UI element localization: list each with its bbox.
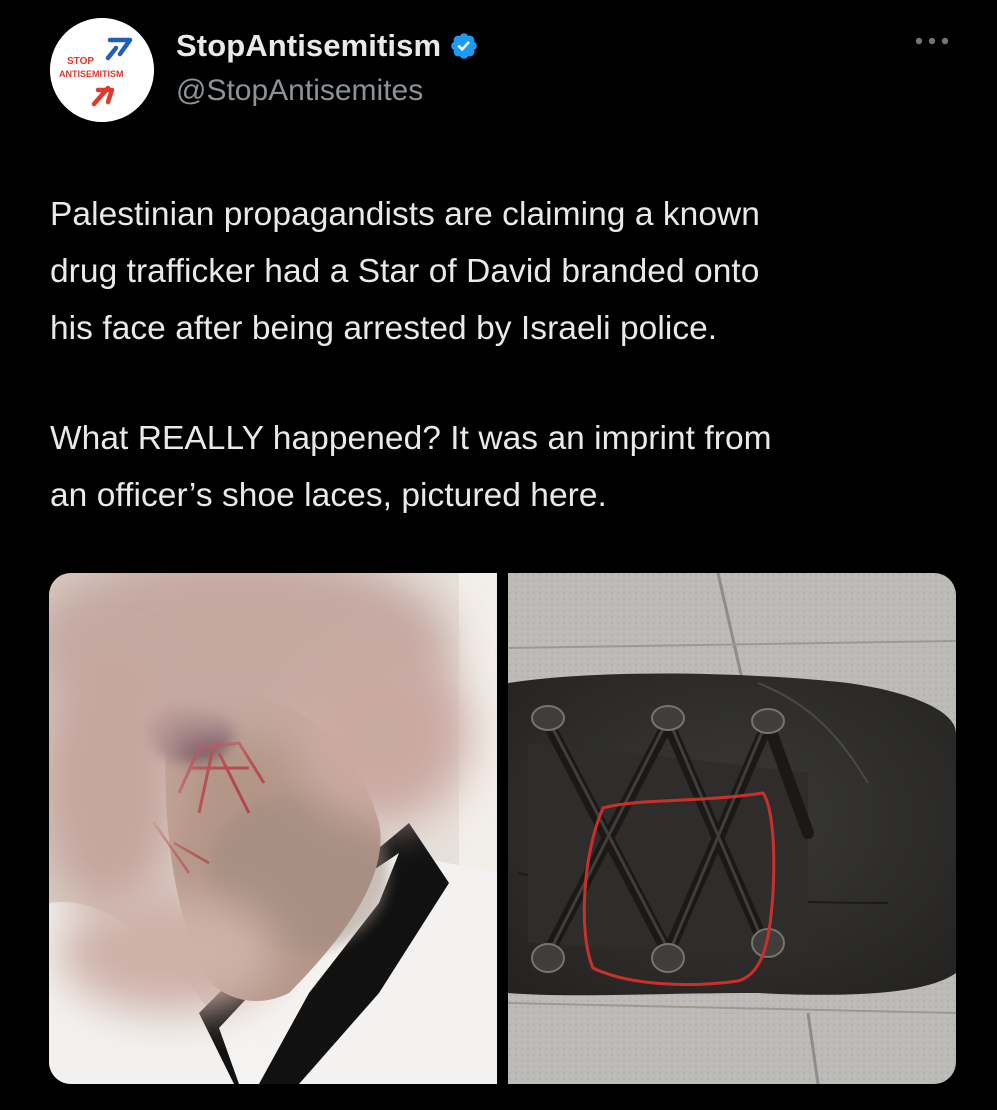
avatar-stop-text: STOP (67, 56, 94, 67)
author-name-row: StopAntisemitism (176, 28, 479, 64)
more-options-button[interactable] (912, 26, 952, 56)
media-photo-face[interactable] (49, 573, 497, 1084)
author-handle[interactable]: @StopAntisemites (176, 74, 423, 108)
tweet-text-paragraph-1: Palestinian propagandists are claiming a… (50, 196, 760, 347)
media-photo-shoe[interactable] (508, 573, 956, 1084)
more-horizontal-icon (914, 36, 950, 46)
author-display-name[interactable]: StopAntisemitism (176, 28, 441, 64)
verified-badge-icon (449, 31, 479, 61)
media-grid (49, 573, 956, 1084)
tweet-text-paragraph-2: What REALLY happened? It was an imprint … (50, 420, 772, 514)
tweet: STOP ANTISEMITISM StopAntisemitism @Stop… (0, 0, 997, 1110)
avatar[interactable]: STOP ANTISEMITISM (50, 18, 154, 122)
stopantisemitism-logo: STOP ANTISEMITISM (50, 18, 154, 122)
avatar-antisemitism-text: ANTISEMITISM (59, 69, 124, 79)
